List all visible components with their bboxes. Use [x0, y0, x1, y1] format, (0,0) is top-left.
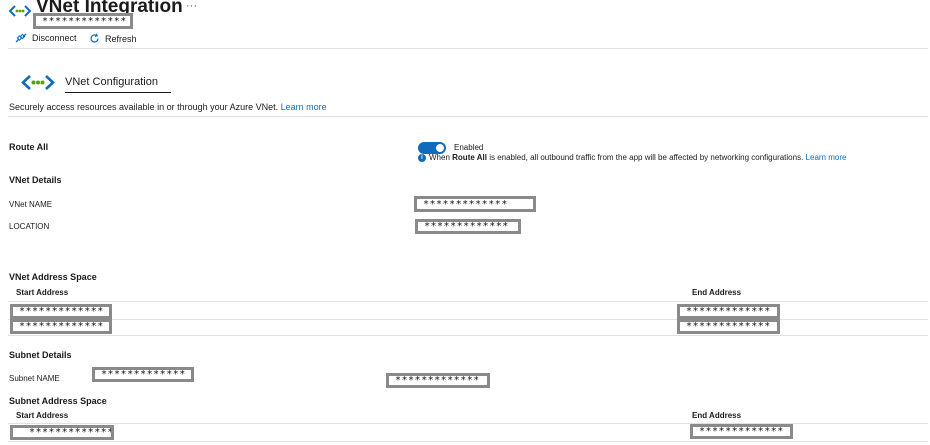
route-all-label: Route All — [9, 142, 49, 152]
refresh-label: Refresh — [105, 33, 137, 44]
subnet-extra-value: ************* — [386, 373, 490, 388]
address-row-2-end: ************* — [677, 319, 780, 334]
config-learn-more-link[interactable]: Learn more — [281, 102, 327, 112]
subnet-address-space-heading: Subnet Address Space — [9, 396, 107, 406]
address-row-divider — [8, 319, 928, 320]
vnet-config-icon — [21, 75, 55, 90]
vnet-config-heading-underline — [65, 92, 171, 93]
vnet-config-heading: VNet Configuration — [65, 76, 158, 88]
vnet-name-value: ************* — [414, 196, 536, 212]
disconnect-icon — [15, 33, 27, 43]
address-row-2-start: ************* — [10, 319, 112, 334]
vnet-address-space-heading: VNet Address Space — [9, 272, 97, 282]
address-row-1-end: ************* — [677, 304, 780, 319]
more-options-button[interactable]: ··· — [186, 0, 197, 12]
subnet-table-bottom — [8, 441, 928, 442]
vnet-integration-icon — [9, 5, 31, 17]
refresh-icon — [90, 33, 99, 43]
subnet-start-address-header: Start Address — [16, 411, 69, 420]
toolbar-divider — [8, 48, 928, 49]
subnet-name-value: ************* — [92, 367, 194, 382]
info-icon: i — [418, 154, 426, 162]
config-divider — [8, 116, 928, 117]
subnet-details-heading: Subnet Details — [9, 350, 72, 360]
start-address-header: Start Address — [16, 288, 69, 297]
subnet-start-value: ************* — [10, 425, 114, 440]
subnet-end-address-header: End Address — [692, 411, 742, 420]
route-all-info: i When Route All is enabled, all outbound… — [418, 153, 846, 162]
subnet-name-label: Subnet NAME — [9, 374, 60, 383]
address-header-divider — [8, 301, 928, 302]
refresh-button[interactable]: Refresh — [89, 33, 137, 44]
location-value: ************* — [415, 219, 521, 234]
location-label: LOCATION — [9, 222, 50, 231]
disconnect-label: Disconnect — [32, 33, 77, 43]
address-table-bottom — [8, 335, 928, 336]
disconnect-button[interactable]: Disconnect — [15, 33, 77, 43]
subnet-end-value: ************* — [690, 424, 793, 439]
end-address-header: End Address — [692, 288, 742, 297]
address-row-1-start: ************* — [10, 304, 112, 319]
resource-name-masked: ************* — [33, 13, 133, 29]
vnet-name-label: VNet NAME — [9, 200, 53, 209]
route-all-toggle-state: Enabled — [454, 143, 484, 152]
config-description: Securely access resources available in o… — [9, 102, 327, 112]
route-all-learn-more-link[interactable]: Learn more — [806, 153, 847, 162]
vnet-details-heading: VNet Details — [9, 175, 62, 185]
